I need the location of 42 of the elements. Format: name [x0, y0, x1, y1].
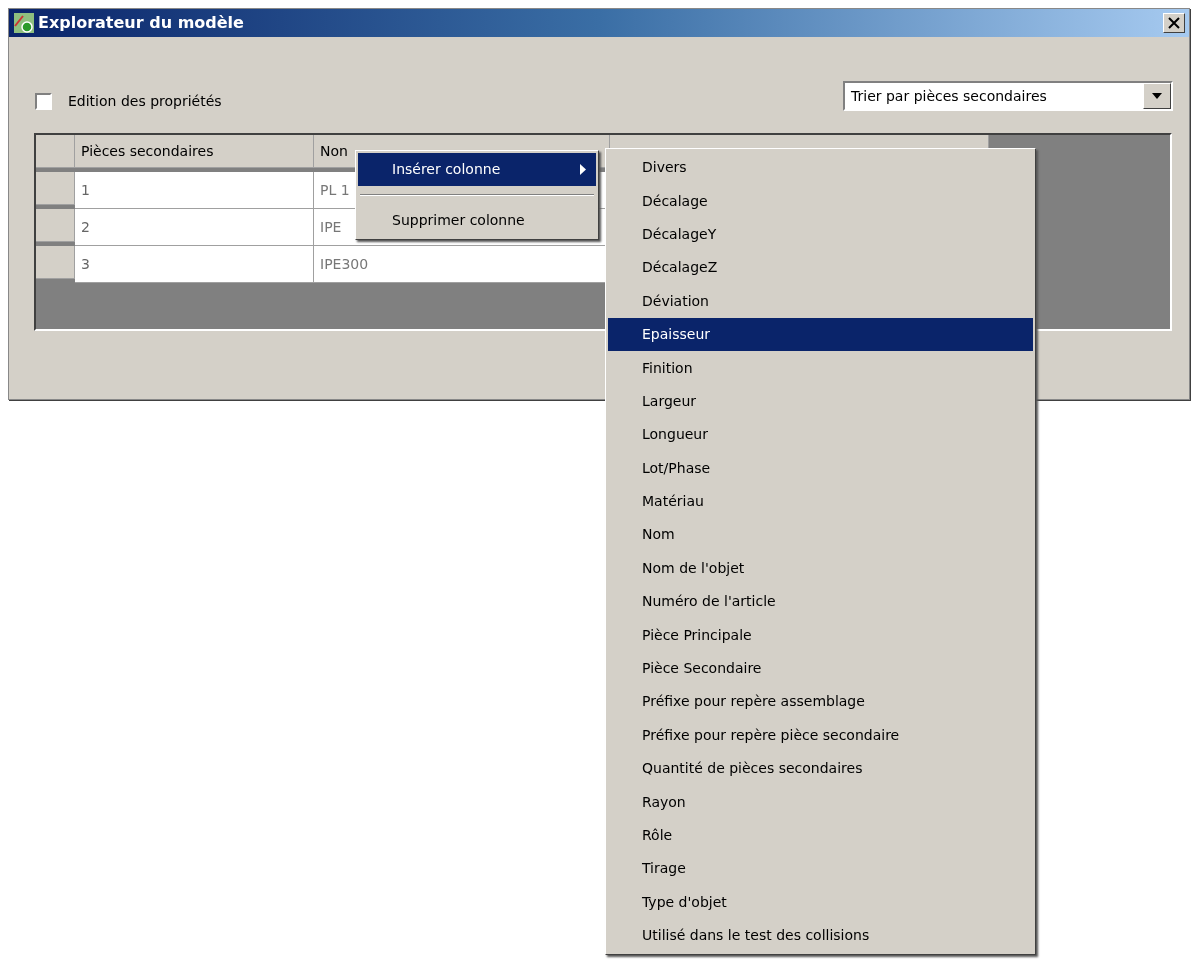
- sort-dropdown[interactable]: Trier par pièces secondaires: [843, 81, 1173, 111]
- menu-item[interactable]: Quantité de pièces secondaires: [608, 752, 1033, 786]
- table-cell-text: IPE300: [320, 254, 369, 274]
- menu-item[interactable]: Matériau: [608, 484, 1033, 519]
- table-cell-text: 3: [81, 254, 90, 274]
- app-icon: [13, 12, 35, 34]
- menu-item[interactable]: Insérer colonne: [358, 153, 596, 186]
- menu-item[interactable]: Finition: [608, 351, 1033, 385]
- menu-item[interactable]: Préfixe pour repère pièce secondaire: [608, 718, 1033, 753]
- menu-item[interactable]: Utilisé dans le test des collisions: [608, 919, 1033, 953]
- menu-item[interactable]: Divers: [608, 151, 1033, 185]
- column-header: Pièces secondaires: [81, 141, 214, 161]
- table-cell-text: IPE: [320, 217, 342, 237]
- column-header: Non: [320, 141, 348, 161]
- window-title: Explorateur du modèle: [38, 12, 244, 34]
- menu-item[interactable]: Type d'objet: [608, 885, 1033, 919]
- menu-item[interactable]: Rôle: [608, 818, 1033, 853]
- menu-item[interactable]: Largeur: [608, 384, 1033, 419]
- table-cell-text: PL 1: [320, 180, 350, 200]
- table-cell-text: 1: [81, 180, 90, 200]
- menu-item[interactable]: Nom: [608, 518, 1033, 552]
- menu-item[interactable]: Déviation: [608, 284, 1033, 318]
- menu-item[interactable]: Longueur: [608, 418, 1033, 452]
- close-icon: [1168, 17, 1180, 29]
- menu-item[interactable]: Nom de l'objet: [608, 551, 1033, 586]
- menu-item[interactable]: Numéro de l'article: [608, 585, 1033, 619]
- dropdown-arrow-icon: [1152, 93, 1162, 99]
- table-cell-text: 2: [81, 217, 90, 237]
- menu-item[interactable]: Rayon: [608, 785, 1033, 819]
- menu-item[interactable]: Tirage: [608, 852, 1033, 886]
- menu-item[interactable]: Pièce Principale: [608, 618, 1033, 652]
- menu-item[interactable]: DécalageZ: [608, 251, 1033, 285]
- menu-item[interactable]: Lot/Phase: [608, 451, 1033, 485]
- checkbox[interactable]: [35, 92, 52, 110]
- close-button[interactable]: [1163, 13, 1185, 33]
- menu-item[interactable]: Epaisseur: [608, 317, 1033, 352]
- menu-item[interactable]: Supprimer colonne: [358, 204, 596, 237]
- menu-item[interactable]: Préfixe pour repère assemblage: [608, 685, 1033, 719]
- menu-item[interactable]: DécalageY: [608, 217, 1033, 252]
- checkbox-label: Edition des propriétés: [68, 91, 222, 111]
- menu-item[interactable]: Décalage: [608, 184, 1033, 218]
- menu-item[interactable]: Pièce Secondaire: [608, 651, 1033, 686]
